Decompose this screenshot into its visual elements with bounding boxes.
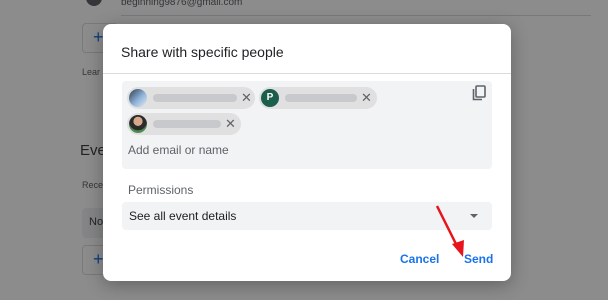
recipient-name-redacted [285,94,357,102]
recipient-name-redacted [153,120,221,128]
recipient-chip[interactable]: ✕ [127,87,255,109]
copy-icon[interactable] [471,85,487,101]
avatar: P [261,89,279,107]
recipient-name-redacted [153,94,237,102]
add-email-input[interactable] [128,141,428,159]
close-icon[interactable]: ✕ [241,90,252,106]
recipient-chip[interactable]: ✕ [127,113,241,135]
close-icon[interactable]: ✕ [361,90,372,106]
red-arrow-annotation [435,205,464,257]
dropdown-caret-icon [470,214,478,218]
avatar [129,89,147,107]
avatar [129,115,147,133]
close-icon[interactable]: ✕ [225,116,236,132]
recipients-field[interactable]: ✕ P ✕ ✕ [122,81,492,169]
dialog-divider [103,73,511,74]
recipient-chip[interactable]: P ✕ [259,87,377,109]
dialog-title: Share with specific people [121,44,284,60]
permissions-label: Permissions [128,183,194,197]
permissions-value: See all event details [129,209,237,223]
